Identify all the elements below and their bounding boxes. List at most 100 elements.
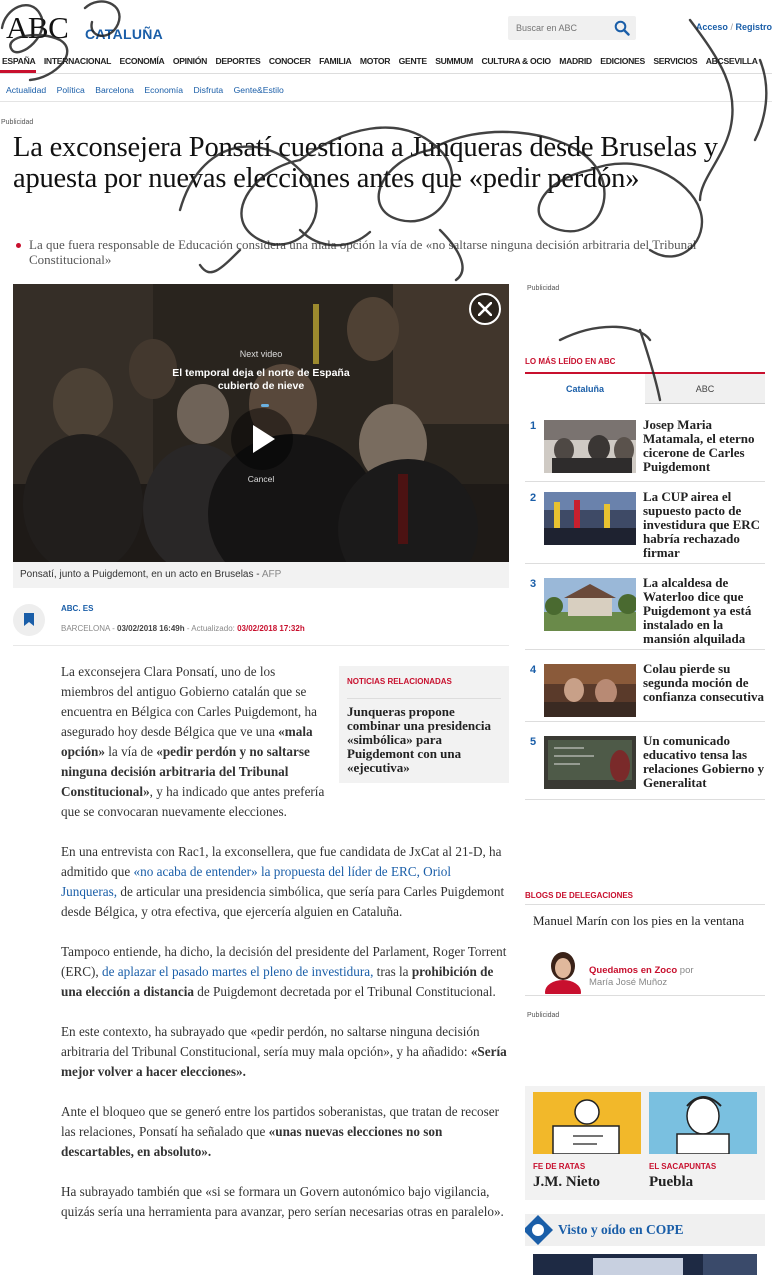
most-read-rank: 1 <box>530 420 537 432</box>
most-read-item-4[interactable]: 4 Colau pierde su segunda moción de conf… <box>525 661 765 722</box>
photo-caption: Ponsatí, junto a Puigdemont, en un acto … <box>13 562 509 588</box>
nav-ediciones[interactable]: EDICIONES <box>600 52 645 70</box>
subnav-economia[interactable]: Economía <box>144 85 183 95</box>
p3-inline-link[interactable]: de aplazar el pasado martes el pleno de … <box>102 964 373 979</box>
caption-source: AFP <box>261 569 282 580</box>
nav-motor[interactable]: MOTOR <box>360 52 391 70</box>
video-player[interactable]: Next video El temporal deja el norte de … <box>13 284 509 562</box>
subnav-disfruta[interactable]: Disfruta <box>194 85 224 95</box>
tab-abc[interactable]: ABC <box>645 374 765 404</box>
most-read-thumbnail <box>544 492 636 545</box>
sub-nav: Actualidad Política Barcelona Economía D… <box>0 80 772 96</box>
close-video-button[interactable] <box>469 293 501 325</box>
cope-title[interactable]: Visto y oído en COPE <box>558 1222 684 1238</box>
blog-post-title[interactable]: Manuel Marín con los pies en la ventana <box>533 914 753 928</box>
nav-madrid[interactable]: MADRID <box>559 52 592 70</box>
play-button[interactable] <box>231 408 293 470</box>
most-read-title: La CUP airea el supuesto pacto de invest… <box>643 489 761 560</box>
paragraph-5: Ante el bloqueo que se generó entre los … <box>61 1102 509 1162</box>
byline-updated-date: 03/02/2018 17:32h <box>237 624 305 633</box>
cancel-autoplay-button[interactable]: Cancel <box>13 474 509 484</box>
subnav-gente-estilo[interactable]: Gente&Estilo <box>234 85 284 95</box>
cartoon-section-2[interactable]: EL SACAPUNTAS <box>649 1162 716 1171</box>
login-separator: / <box>730 22 733 32</box>
byline-sep: - <box>109 624 118 633</box>
nav-conocer[interactable]: CONOCER <box>269 52 311 70</box>
byline-place: BARCELONA <box>61 624 110 633</box>
nav-familia[interactable]: FAMILIA <box>319 52 352 70</box>
byline-source[interactable]: ABC. ES <box>61 604 93 613</box>
most-read-item-1[interactable]: 1 Josep Maria Matamala, el eterno cicero… <box>525 417 765 482</box>
next-video-label: Next video <box>239 349 283 359</box>
blog-name: Quedamos en Zoco por <box>589 965 694 976</box>
search-icon[interactable] <box>614 20 630 36</box>
bookmark-button[interactable] <box>13 604 45 636</box>
nav-internacional[interactable]: INTERNACIONAL <box>44 52 112 70</box>
nav-deportes[interactable]: DEPORTES <box>216 52 261 70</box>
cartoon-el-sacapuntas-image[interactable] <box>649 1092 757 1154</box>
ad-label-sidebar-2: Publicidad <box>527 1012 560 1019</box>
nav-espana[interactable]: ESPAÑA <box>2 52 36 70</box>
search-input[interactable] <box>508 16 612 40</box>
blogs-heading: BLOGS DE DELEGACIONES <box>525 891 634 900</box>
cartoon-section-1[interactable]: FE DE RATAS <box>533 1162 585 1171</box>
most-read-rank: 3 <box>530 578 537 590</box>
next-video-title[interactable]: El temporal deja el norte de España cubi… <box>161 367 361 393</box>
most-read-title: La alcaldesa de Waterloo dice que Puigde… <box>643 575 752 646</box>
most-read-rank: 2 <box>530 492 537 504</box>
subnav-politica[interactable]: Política <box>57 85 85 95</box>
byline-date: 03/02/2018 16:49h <box>117 624 185 633</box>
tab-cataluna[interactable]: Cataluña <box>525 374 645 404</box>
most-read-item-3[interactable]: 3 La alcaldesa de Waterloo dice que Puig… <box>525 575 765 650</box>
close-icon <box>478 302 492 316</box>
most-read-thumbnail <box>544 736 636 789</box>
cartoon-author-1[interactable]: J.M. Nieto <box>533 1174 600 1191</box>
most-read-rank: 4 <box>530 664 537 676</box>
nav-cultura-ocio[interactable]: CULTURA & OCIO <box>481 52 551 70</box>
blog-name-link[interactable]: Quedamos en Zoco <box>589 965 677 976</box>
most-read-title: Josep Maria Matamala, el eterno cicerone… <box>643 417 755 474</box>
blog-author[interactable]: María José Muñoz <box>589 977 667 988</box>
related-news-link[interactable]: Junqueras propone combinar una presidenc… <box>347 705 501 775</box>
nav-gente[interactable]: GENTE <box>399 52 427 70</box>
nav-abcsevilla[interactable]: ABCSEVILLA <box>706 52 758 70</box>
top-header: ABC CATALUÑA Acceso / Registro <box>0 0 772 48</box>
cartoon-fe-de-ratas-image[interactable] <box>533 1092 641 1154</box>
related-news-heading: NOTICIAS RELACIONADAS <box>347 672 501 699</box>
nav-economia[interactable]: ECONOMÍA <box>120 52 165 70</box>
countdown-progress <box>261 404 269 407</box>
abc-logo[interactable]: ABC <box>6 10 69 46</box>
paragraph-3: Tampoco entiende, ha dicho, la decisión … <box>61 942 509 1002</box>
byline-updated-label: - Actualizado: <box>184 624 238 633</box>
search-box <box>508 16 636 40</box>
nav-servicios[interactable]: SERVICIOS <box>653 52 697 70</box>
most-read-item-5[interactable]: 5 Un comunicado educativo tensa las rela… <box>525 734 765 800</box>
nav-summum[interactable]: SUMMUM <box>435 52 473 70</box>
subtitle-text: La que fuera responsable de Educación co… <box>29 237 697 267</box>
blog-by: por <box>677 965 694 976</box>
cope-thumbnail[interactable] <box>533 1254 757 1275</box>
region-label[interactable]: CATALUÑA <box>85 26 163 42</box>
cartoon-author-2[interactable]: Puebla <box>649 1174 693 1191</box>
subnav-divider <box>0 101 772 102</box>
play-icon <box>253 425 275 453</box>
subnav-barcelona[interactable]: Barcelona <box>95 85 134 95</box>
cope-logo-icon <box>525 1215 553 1245</box>
cope-widget: Visto y oído en COPE <box>525 1214 765 1275</box>
blog-author-avatar <box>540 948 586 994</box>
register-link[interactable]: Registro <box>735 22 772 32</box>
cartoons-box: FE DE RATAS J.M. Nieto EL SACAPUNTAS Pue… <box>525 1086 765 1200</box>
p3-text-d: de Puigdemont decretada por el Tribunal … <box>193 984 496 999</box>
subnav-actualidad[interactable]: Actualidad <box>6 85 46 95</box>
nav-opinion[interactable]: OPINIÓN <box>173 52 208 70</box>
login-link[interactable]: Acceso <box>696 22 728 32</box>
blogs-rule <box>525 904 765 905</box>
most-read-title: Colau pierde su segunda moción de confia… <box>643 661 764 704</box>
most-read-item-2[interactable]: 2 La CUP airea el supuesto pacto de inve… <box>525 489 765 564</box>
caption-text: Ponsatí, junto a Puigdemont, en un acto … <box>20 569 262 580</box>
main-nav: ESPAÑA INTERNACIONAL ECONOMÍA OPINIÓN DE… <box>0 51 772 73</box>
p4-text-a: En este contexto, ha subrayado que «pedi… <box>61 1024 480 1059</box>
p3-text-b: tras la <box>373 964 412 979</box>
bullet-dot <box>16 243 21 248</box>
byline-divider <box>13 645 509 646</box>
